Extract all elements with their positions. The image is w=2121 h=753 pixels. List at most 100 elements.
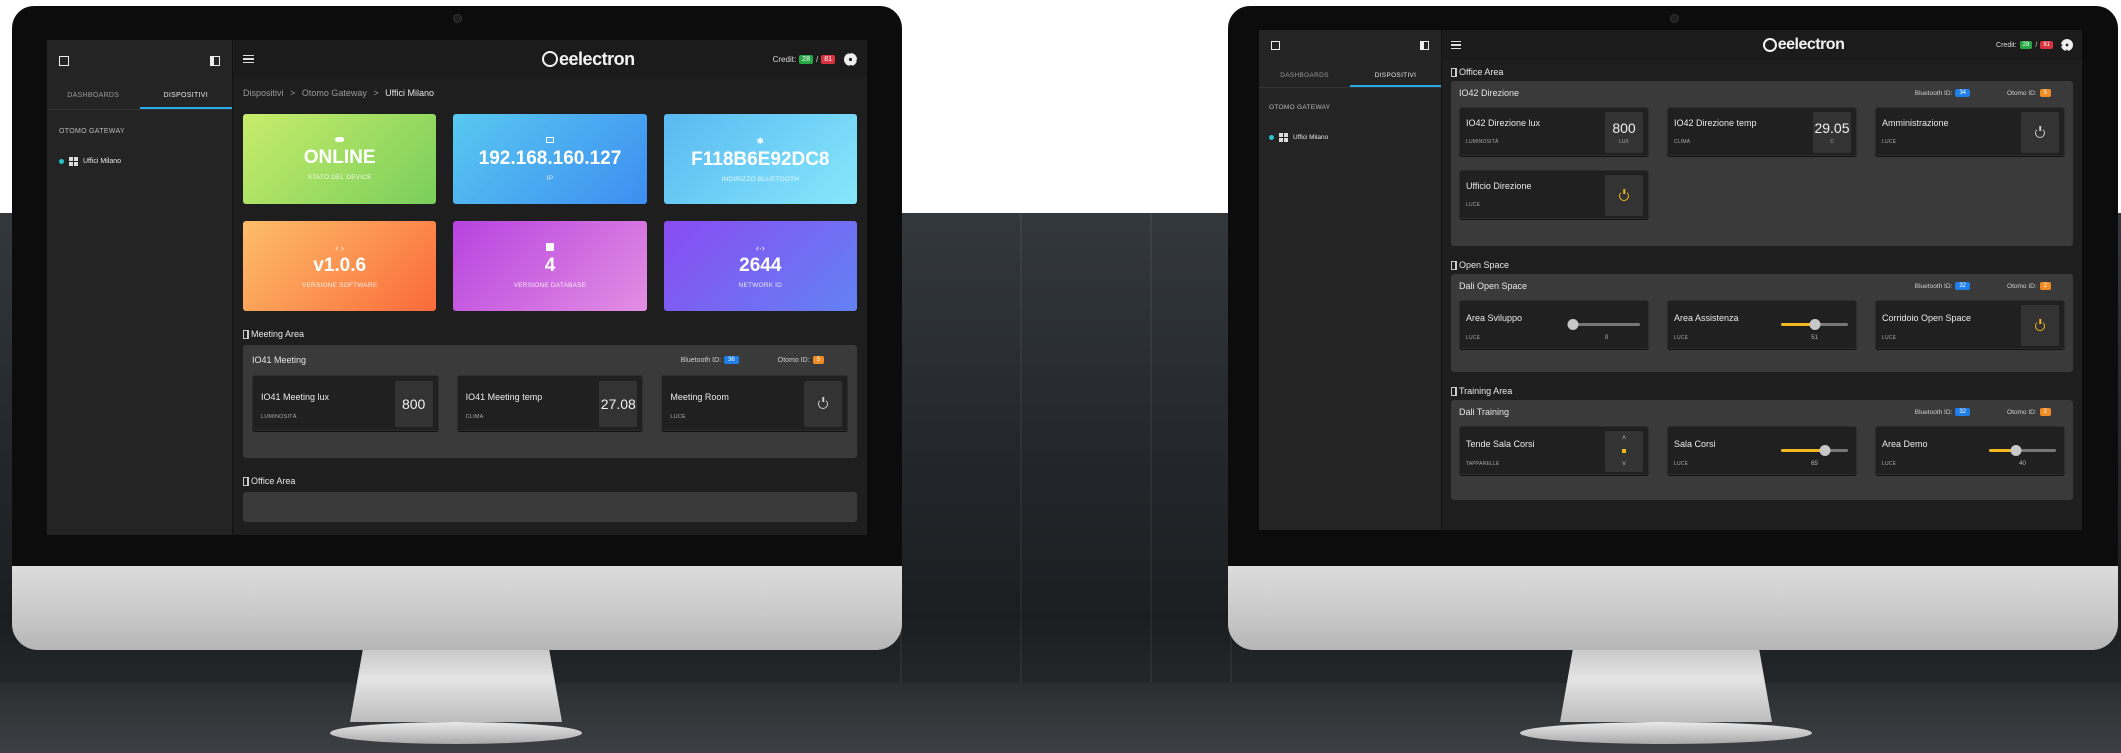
brand-logo: eelectron — [1762, 36, 1845, 54]
hamburger-icon[interactable] — [1451, 39, 1461, 52]
gear-icon[interactable] — [2061, 39, 2073, 51]
device-name: IO42 Direzione — [1459, 88, 1520, 98]
tile-amministrazione[interactable]: Amministrazione LUCE — [1875, 107, 2065, 156]
toggle-icon — [335, 137, 345, 142]
power-icon[interactable] — [1605, 175, 1643, 216]
chevron-down-icon[interactable]: ˅ — [1622, 461, 1626, 468]
area-title-office: Office Area — [1442, 60, 2082, 81]
sidebar: DASHBOARDS DISPOSITIVI OTOMO GATEWAY Uff… — [47, 40, 233, 535]
breadcrumb-otomo-gateway[interactable]: Otomo Gateway — [302, 88, 367, 98]
credit-green-badge: 28 — [799, 54, 813, 64]
tab-dispositivi[interactable]: DISPOSITIVI — [1350, 68, 1441, 87]
card-ip: 192.168.160.127 IP — [453, 114, 647, 204]
tile-sala-corsi[interactable]: Sala Corsi LUCE 65 — [1667, 426, 1857, 475]
tile-area-assistenza[interactable]: Area Assistenza LUCE 51 — [1667, 300, 1857, 349]
credit-red-badge: 81 — [821, 54, 835, 64]
database-icon — [545, 243, 554, 251]
otomo-id-badge: 5 — [812, 356, 824, 364]
sidebar-section-title: OTOMO GATEWAY — [1269, 104, 1331, 111]
slider-value: 51 — [1811, 335, 1818, 341]
area-title-meeting: Meeting Area — [233, 311, 867, 345]
bluetooth-icon: ✱ — [756, 135, 765, 146]
card-database-version: 4 VERSIONE DATABASE — [453, 221, 647, 311]
area-title-open-space: Open Space — [1442, 246, 2082, 274]
power-icon[interactable] — [2021, 112, 2059, 153]
tile-corridoio-open-space[interactable]: Corridoio Open Space LUCE — [1875, 300, 2065, 349]
slider-knob[interactable] — [1819, 445, 1831, 456]
breadcrumb: Dispositivi > Otomo Gateway > Uffici Mil… — [243, 88, 434, 98]
status-dot — [1269, 135, 1274, 140]
door-icon — [243, 476, 249, 486]
tile-area-sviluppo[interactable]: Area Sviluppo LUCE 0 — [1459, 300, 1649, 349]
blind-control[interactable]: ˄ ˅ — [1605, 431, 1643, 472]
tile-io42-direzione-temp[interactable]: IO42 Direzione temp CLIMA 29.05 C — [1667, 107, 1857, 156]
device-panel-office-cut — [243, 492, 857, 522]
bluetooth-id-badge: 32 — [1955, 282, 1971, 290]
map-icon[interactable] — [210, 56, 220, 66]
otomo-id-badge: 5 — [2039, 89, 2051, 97]
power-icon[interactable] — [2021, 305, 2059, 346]
dimmer-slider[interactable]: 40 — [1989, 445, 2056, 475]
bluetooth-id-badge: 32 — [1955, 408, 1971, 416]
tab-dashboards[interactable]: DASHBOARDS — [47, 88, 140, 109]
dimmer-slider[interactable]: 65 — [1781, 445, 1848, 475]
tile-area-demo[interactable]: Area Demo LUCE 40 — [1875, 426, 2065, 475]
brand-logo: eelectron — [542, 49, 635, 70]
main-content: eelectron Credit: 28 / 81 Office Area IO… — [1442, 30, 2082, 530]
slider-knob[interactable] — [2010, 445, 2022, 456]
slider-track[interactable] — [1573, 323, 1640, 326]
sidebar: DASHBOARDS DISPOSITIVI OTOMO GATEWAY Uff… — [1259, 30, 1442, 530]
tab-dispositivi[interactable]: DISPOSITIVI — [139, 88, 232, 109]
card-device-status: ONLINE STATO DEL DEVICE — [243, 114, 437, 204]
sidebar-section-title: OTOMO GATEWAY — [59, 128, 125, 135]
value-box: 800 LUX — [1605, 112, 1643, 153]
tile-tende-sala-corsi[interactable]: Tende Sala Corsi TAPPARELLE ˄ ˅ — [1459, 426, 1649, 475]
sidebar-item-uffici-milano[interactable]: Uffici Milano — [47, 135, 232, 166]
exit-icon[interactable] — [59, 56, 69, 66]
tile-io41-meeting-temp[interactable]: IO41 Meeting temp CLIMA 27.08 — [456, 375, 644, 431]
card-software-version: ‹ › v1.0.6 VERSIONE SOFTWARE — [243, 221, 437, 311]
door-icon — [1451, 386, 1457, 396]
slider-knob[interactable] — [1809, 319, 1821, 330]
device-name: IO41 Meeting — [252, 355, 307, 365]
grid-icon — [69, 157, 78, 166]
tile-io42-direzione-lux[interactable]: IO42 Direzione lux LUMINOSITÀ 800 LUX — [1459, 107, 1649, 156]
hamburger-icon[interactable] — [243, 53, 254, 66]
breadcrumb-dispositivi[interactable]: Dispositivi — [243, 88, 284, 98]
exit-icon[interactable] — [1271, 41, 1280, 50]
bluetooth-id-badge: 36 — [724, 356, 739, 364]
grid-icon — [1279, 133, 1288, 142]
tile-ufficio-direzione[interactable]: Ufficio Direzione LUCE — [1459, 170, 1649, 219]
device-name: Dali Training — [1459, 407, 1510, 417]
area-title-training: Training Area — [1442, 372, 2082, 400]
otomo-id-badge: 2 — [2039, 408, 2051, 416]
area-title-office: Office Area — [233, 458, 867, 492]
device-panel-io41-meeting: IO41 Meeting Bluetooth ID: 36 Otomo ID: … — [243, 345, 857, 458]
tile-io41-meeting-lux[interactable]: IO41 Meeting lux LUMINOSITÀ 800 — [252, 375, 439, 431]
tile-meeting-room[interactable]: Meeting Room LUCE — [661, 375, 848, 431]
chevron-up-icon[interactable]: ˄ — [1622, 435, 1626, 442]
gear-icon[interactable] — [844, 52, 857, 66]
code-icon: ‹ › — [335, 243, 344, 253]
map-icon[interactable] — [1420, 41, 1429, 50]
slider-value: 40 — [2019, 461, 2026, 467]
slider-knob[interactable] — [1567, 319, 1579, 330]
dimmer-slider[interactable]: 51 — [1781, 319, 1848, 349]
right-screen: DASHBOARDS DISPOSITIVI OTOMO GATEWAY Uff… — [1259, 30, 2082, 530]
device-panel-io42-direzione: IO42 Direzione Bluetooth ID: 34 Otomo ID… — [1451, 81, 2073, 246]
tab-dashboards[interactable]: DASHBOARDS — [1259, 68, 1350, 87]
power-icon[interactable] — [804, 381, 842, 427]
slider-value: 0 — [1604, 335, 1609, 341]
credit-indicator: Credit: 28 / 81 — [773, 52, 857, 66]
value-box: 27.08 — [599, 381, 638, 427]
sidebar-item-uffici-milano[interactable]: Uffici Milano — [1259, 111, 1441, 142]
status-dot — [59, 159, 64, 164]
dimmer-slider[interactable]: 0 — [1567, 319, 1640, 349]
device-name: Dali Open Space — [1459, 281, 1528, 291]
value-box: 29.05 C — [1813, 112, 1851, 153]
stop-icon[interactable] — [1622, 449, 1626, 454]
network-icon — [545, 136, 554, 143]
slider-value: 65 — [1811, 461, 1818, 467]
device-panel-dali-open-space: Dali Open Space Bluetooth ID: 32 Otomo I… — [1451, 274, 2073, 372]
credit-red-badge: 81 — [2040, 41, 2053, 49]
